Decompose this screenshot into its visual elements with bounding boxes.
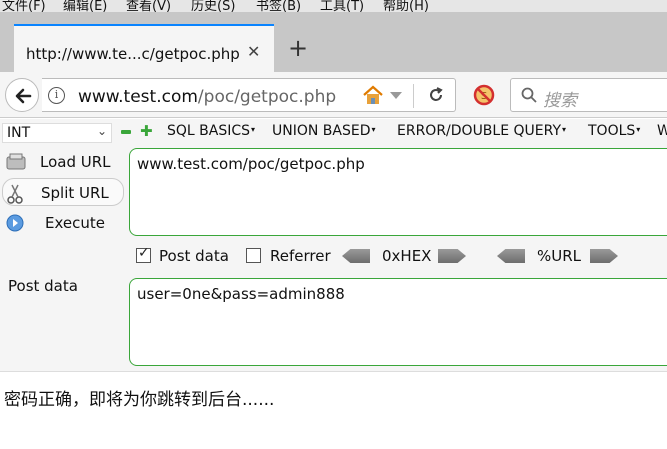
scissors-icon — [7, 184, 23, 204]
close-tab-icon[interactable]: ✕ — [247, 42, 260, 61]
new-tab-icon[interactable]: + — [288, 36, 308, 60]
page-message: 密码正确，即将为你跳转到后台...... — [4, 390, 275, 410]
split-url-label: Split URL — [41, 184, 109, 202]
url-decode-arrow-icon[interactable] — [497, 249, 525, 263]
check-icon: ✓ — [138, 245, 150, 261]
menu-sql-basics[interactable]: SQL BASICS — [167, 123, 255, 139]
type-select[interactable]: INT ⌄ — [2, 123, 112, 143]
url-path: /poc/getpoc.php — [197, 87, 337, 107]
home-icon[interactable] — [362, 85, 384, 105]
post-data-label: Post data — [8, 277, 78, 295]
referrer-checkbox-label: Referrer — [270, 247, 331, 265]
hex-decode-arrow-icon[interactable] — [342, 249, 370, 263]
minus-icon[interactable] — [121, 130, 131, 134]
load-url-icon — [6, 153, 26, 170]
referrer-checkbox[interactable] — [246, 248, 261, 263]
post-data-checkbox[interactable]: ✓ — [136, 245, 151, 263]
post-data-checkbox-label: Post data — [159, 247, 229, 265]
execute-label: Execute — [45, 214, 105, 232]
menu-tools-hackbar[interactable]: TOOLS — [588, 123, 640, 139]
hackbar-menu: INT ⌄ ✚ SQL BASICS UNION BASED ERROR/DOU… — [0, 119, 667, 146]
back-arrow-icon — [15, 88, 32, 104]
url-encode-arrow-icon[interactable] — [590, 249, 618, 263]
load-url-label: Load URL — [40, 153, 111, 171]
menu-bar: 文件(F) 编辑(E) 查看(V) 历史(S) 书签(B) 工具(T) 帮助(H… — [0, 0, 667, 14]
url-text[interactable]: www.test.com/poc/getpoc.php — [78, 87, 336, 107]
divider — [413, 84, 414, 108]
url-bar[interactable]: i www.test.com/poc/getpoc.php — [42, 78, 456, 112]
plus-icon[interactable]: ✚ — [140, 124, 153, 139]
noscript-icon[interactable]: S — [473, 84, 495, 106]
hackbar-panel: Load URL Split URL Execute www.test.com/… — [0, 146, 667, 372]
play-icon — [6, 214, 24, 232]
nav-bar: i www.test.com/poc/getpoc.php S 搜索 — [0, 72, 667, 118]
menu-overflow[interactable]: W — [657, 123, 667, 139]
type-select-value: INT — [7, 125, 31, 141]
menu-error-double-query[interactable]: ERROR/DOUBLE QUERY — [397, 123, 566, 139]
load-url-button[interactable]: Load URL — [2, 148, 124, 176]
url-textarea-value: www.test.com/poc/getpoc.php — [137, 155, 365, 173]
execute-button[interactable]: Execute — [2, 209, 124, 237]
url-encode-label: %URL — [537, 247, 582, 265]
hex-label: 0xHEX — [382, 247, 432, 265]
chevron-down-icon: ⌄ — [97, 124, 108, 138]
search-icon — [521, 87, 537, 103]
back-button[interactable] — [5, 78, 39, 112]
options-row: ✓ Post data Referrer 0xHEX %URL — [0, 243, 667, 269]
url-textarea[interactable]: www.test.com/poc/getpoc.php — [129, 148, 667, 236]
tab-title: http://www.te...c/getpoc.php — [26, 45, 240, 63]
search-placeholder: 搜索 — [543, 91, 577, 111]
url-host: www.test.com — [78, 87, 198, 107]
post-data-textarea[interactable]: user=0ne&pass=admin888 — [129, 278, 667, 366]
info-icon[interactable]: i — [48, 87, 65, 104]
reload-icon[interactable] — [426, 85, 446, 105]
hex-encode-arrow-icon[interactable] — [438, 249, 466, 263]
post-data-value: user=0ne&pass=admin888 — [137, 285, 345, 303]
search-box[interactable]: 搜索 — [510, 78, 667, 112]
browser-tab[interactable]: http://www.te...c/getpoc.php ✕ — [14, 24, 274, 72]
chevron-down-icon[interactable] — [390, 92, 402, 99]
split-url-button[interactable]: Split URL — [2, 178, 124, 206]
menu-union-based[interactable]: UNION BASED — [272, 123, 376, 139]
